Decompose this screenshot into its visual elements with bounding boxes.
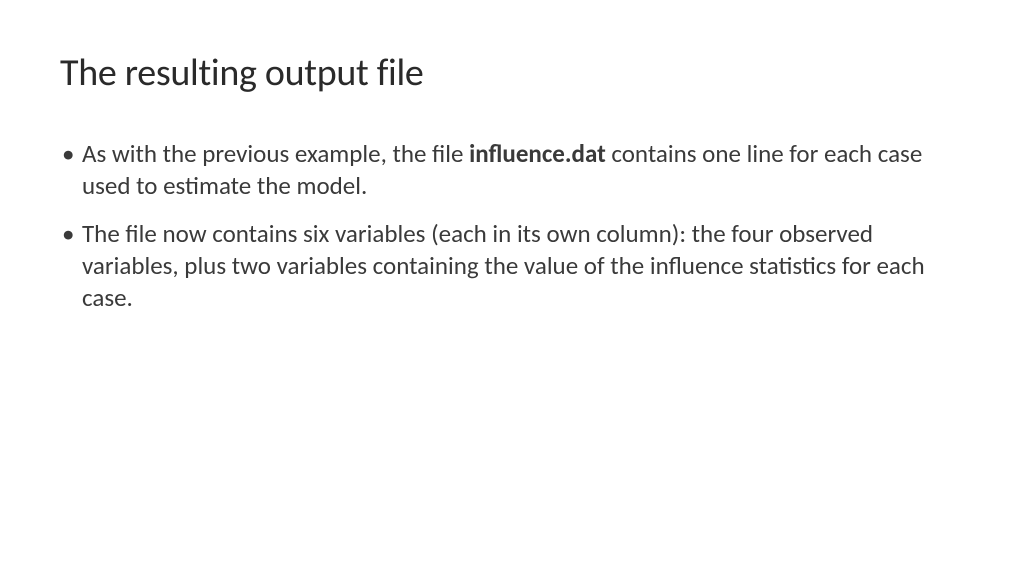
bullet-list: As with the previous example, the file i… xyxy=(60,138,964,314)
bullet-text-bold: influence.dat xyxy=(469,138,606,169)
bullet-text-before: As with the previous example, the file xyxy=(82,138,469,169)
slide-title: The resulting output file xyxy=(60,50,964,96)
list-item: The file now contains six variables (eac… xyxy=(60,218,964,314)
bullet-text-before: The file now contains six variables (eac… xyxy=(82,218,925,313)
list-item: As with the previous example, the file i… xyxy=(60,138,964,202)
